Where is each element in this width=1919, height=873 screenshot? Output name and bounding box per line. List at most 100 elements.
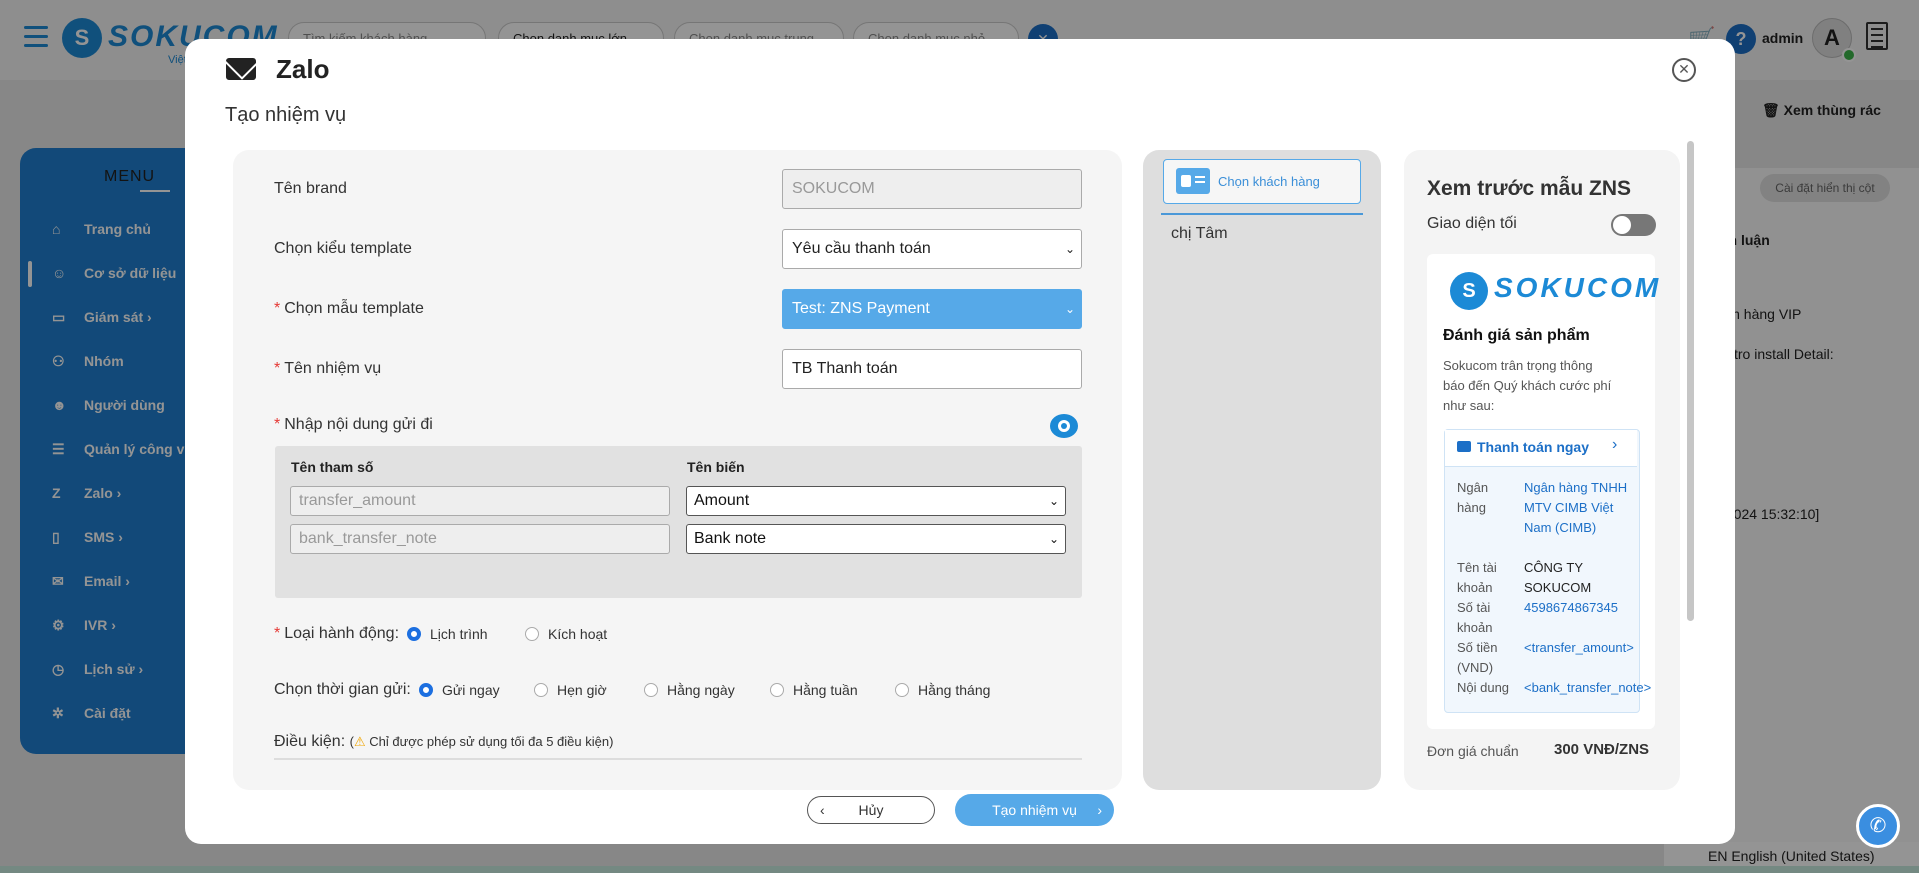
- template-type-value: Yêu cầu thanh toán: [792, 240, 931, 257]
- dark-mode-toggle[interactable]: [1611, 214, 1656, 236]
- content-label: * Nhập nội dung gửi đi: [274, 416, 433, 434]
- required-mark: *: [274, 416, 281, 433]
- brand-field[interactable]: SOKUCOM: [782, 169, 1082, 209]
- template-type-label: Chọn kiểu template: [274, 240, 412, 257]
- modal-subtitle: Tạo nhiệm vụ: [225, 104, 347, 126]
- radio-icon: [644, 683, 658, 697]
- modal-scrollbar[interactable]: [1687, 141, 1694, 621]
- variable-select[interactable]: Bank note ⌄: [686, 524, 1066, 554]
- choose-customer-label: Chọn khách hàng: [1218, 174, 1320, 189]
- zns-key: Số tiền (VND): [1457, 640, 1498, 675]
- chevron-down-icon: ⌄: [1048, 494, 1059, 508]
- price-label: Đơn giá chuẩn: [1427, 743, 1519, 759]
- zns-value: CÔNG TY SOKUCOM: [1524, 560, 1592, 595]
- phone-call-icon[interactable]: ✆: [1856, 804, 1900, 848]
- customer-item[interactable]: chị Tâm: [1171, 225, 1228, 243]
- zns-key: Nội dung: [1457, 680, 1510, 695]
- condition-label-text: Điều kiện:: [274, 733, 346, 750]
- zns-value: <transfer_amount>: [1524, 640, 1634, 655]
- required-mark: *: [274, 625, 281, 642]
- zns-body: Sokucom trân trọng thông báo đến Quý khá…: [1443, 358, 1612, 413]
- zns-key: Ngân hàng: [1457, 480, 1489, 515]
- template-value: Test: ZNS Payment: [792, 300, 930, 317]
- zns-value: 4598674867345: [1524, 600, 1618, 615]
- content-label-text: Nhập nội dung gửi đi: [284, 416, 433, 433]
- template-label: * Chọn mẫu template: [274, 300, 424, 318]
- radio-label: Hằng tháng: [918, 682, 991, 698]
- sokucom-logo-icon: S: [1450, 272, 1488, 310]
- radio-label: Hẹn giờ: [557, 682, 607, 698]
- template-type-select[interactable]: Yêu cầu thanh toán ⌄: [782, 229, 1082, 269]
- chevron-left-icon: ‹: [820, 802, 825, 818]
- radio-scheduled[interactable]: Hẹn giờ: [534, 682, 607, 698]
- chevron-down-icon: ⌄: [1048, 532, 1059, 546]
- radio-weekly[interactable]: Hằng tuần: [770, 682, 858, 698]
- radio-trigger[interactable]: Kích hoạt: [525, 626, 607, 642]
- task-name-label: * Tên nhiệm vụ: [274, 360, 381, 378]
- create-task-label: Tạo nhiệm vụ: [992, 802, 1077, 818]
- close-icon[interactable]: ✕: [1672, 58, 1696, 82]
- id-card-icon: [1176, 168, 1210, 194]
- cancel-button[interactable]: ‹ Hủy: [807, 796, 935, 824]
- zns-logo-text: SOKUCOM: [1494, 272, 1662, 303]
- condition-note: Chỉ được phép sử dụng tối đa 5 điều kiện…: [369, 734, 614, 749]
- radio-label: Lịch trình: [430, 626, 488, 642]
- radio-selected-icon: [407, 627, 421, 641]
- variable-value: Bank note: [694, 530, 767, 547]
- condition-label: Điều kiện: (⚠ Chỉ được phép sử dụng tối …: [274, 733, 614, 750]
- zns-value: <bank_transfer_note>: [1524, 680, 1652, 695]
- required-mark: *: [274, 360, 281, 377]
- radio-daily[interactable]: Hằng ngày: [644, 682, 735, 698]
- radio-icon: [525, 627, 539, 641]
- param-name-field[interactable]: transfer_amount: [290, 486, 670, 516]
- chevron-down-icon: ⌄: [1064, 302, 1075, 316]
- action-type-label: * Loại hành động:: [274, 625, 399, 643]
- template-select[interactable]: Test: ZNS Payment ⌄: [782, 289, 1082, 329]
- radio-send-now[interactable]: Gửi ngay: [419, 682, 500, 698]
- cancel-label: Hủy: [858, 802, 884, 818]
- dark-mode-label: Giao diện tối: [1427, 215, 1517, 232]
- variable-value: Amount: [694, 492, 750, 509]
- task-name-label-text: Tên nhiệm vụ: [284, 360, 382, 377]
- zns-value: Ngân hàng TNHH MTV CIMB Việt Nam (CIMB): [1524, 480, 1628, 535]
- radio-selected-icon: [419, 683, 433, 697]
- credit-card-icon: [1457, 441, 1471, 452]
- radio-label: Hằng tuần: [793, 682, 858, 698]
- price-value: 300 VNĐ/ZNS: [1554, 741, 1650, 758]
- preview-title: Xem trước mẫu ZNS: [1427, 177, 1632, 200]
- envelope-icon: [226, 58, 256, 80]
- zns-key: Tên tài khoản: [1457, 560, 1497, 595]
- radio-label: Kích hoạt: [548, 626, 608, 642]
- chevron-right-icon: ›: [1612, 436, 1618, 453]
- params-box: [275, 446, 1082, 598]
- customer-card: [1143, 150, 1381, 790]
- pay-now-label: Thanh toán ngay: [1477, 439, 1589, 455]
- send-time-label: Chọn thời gian gửi:: [274, 681, 411, 698]
- zns-key: Số tài khoản: [1457, 600, 1493, 635]
- condition-divider: [274, 758, 1082, 760]
- create-task-button[interactable]: Tạo nhiệm vụ ›: [955, 794, 1114, 826]
- param-name-field[interactable]: bank_transfer_note: [290, 524, 670, 554]
- chevron-down-icon: ⌄: [1064, 242, 1075, 256]
- radio-label: Gửi ngay: [442, 682, 500, 698]
- required-mark: *: [274, 300, 281, 317]
- radio-monthly[interactable]: Hằng tháng: [895, 682, 990, 698]
- customer-divider: [1161, 213, 1363, 215]
- template-label-text: Chọn mẫu template: [284, 300, 424, 317]
- radio-icon: [534, 683, 548, 697]
- eye-icon[interactable]: [1050, 414, 1078, 438]
- radio-label: Hằng ngày: [667, 682, 735, 698]
- modal-title: Zalo: [276, 54, 330, 84]
- radio-schedule[interactable]: Lịch trình: [407, 626, 488, 642]
- radio-icon: [770, 683, 784, 697]
- param-name-header: Tên tham số: [291, 459, 374, 475]
- action-type-label-text: Loại hành động:: [284, 625, 400, 642]
- variable-select[interactable]: Amount ⌄: [686, 486, 1066, 516]
- task-name-field[interactable]: TB Thanh toán: [782, 349, 1082, 389]
- zns-heading: Đánh giá sản phẩm: [1443, 327, 1590, 344]
- variable-header: Tên biến: [687, 459, 745, 475]
- brand-label: Tên brand: [274, 180, 347, 197]
- chevron-right-icon: ›: [1097, 802, 1102, 818]
- radio-icon: [895, 683, 909, 697]
- warning-icon: ⚠: [353, 734, 366, 749]
